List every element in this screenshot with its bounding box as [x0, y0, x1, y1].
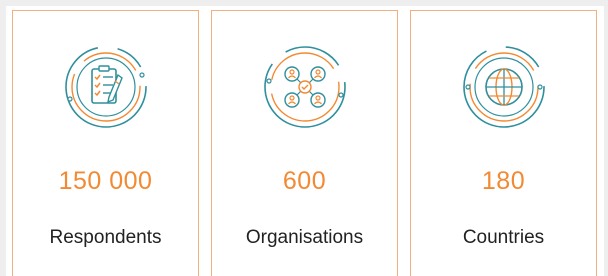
globe-icon	[458, 41, 550, 133]
stat-card-countries: 180 Countries	[410, 10, 597, 276]
stat-card-organisations: 600 Organisations	[211, 10, 398, 276]
stat-label: Respondents	[49, 227, 162, 248]
stat-card-respondents: 150 000 Respondents	[12, 10, 199, 276]
organisations-network-icon	[259, 41, 351, 133]
stat-label: Countries	[462, 227, 545, 248]
stat-value: 180	[481, 167, 526, 195]
survey-checklist-icon	[60, 41, 152, 133]
stats-section: 150 000 Respondents 600 Organisations 18…	[0, 0, 608, 276]
stat-value: 600	[282, 167, 327, 195]
stat-label: Organisations	[245, 227, 364, 248]
stat-value: 150 000	[58, 167, 153, 195]
